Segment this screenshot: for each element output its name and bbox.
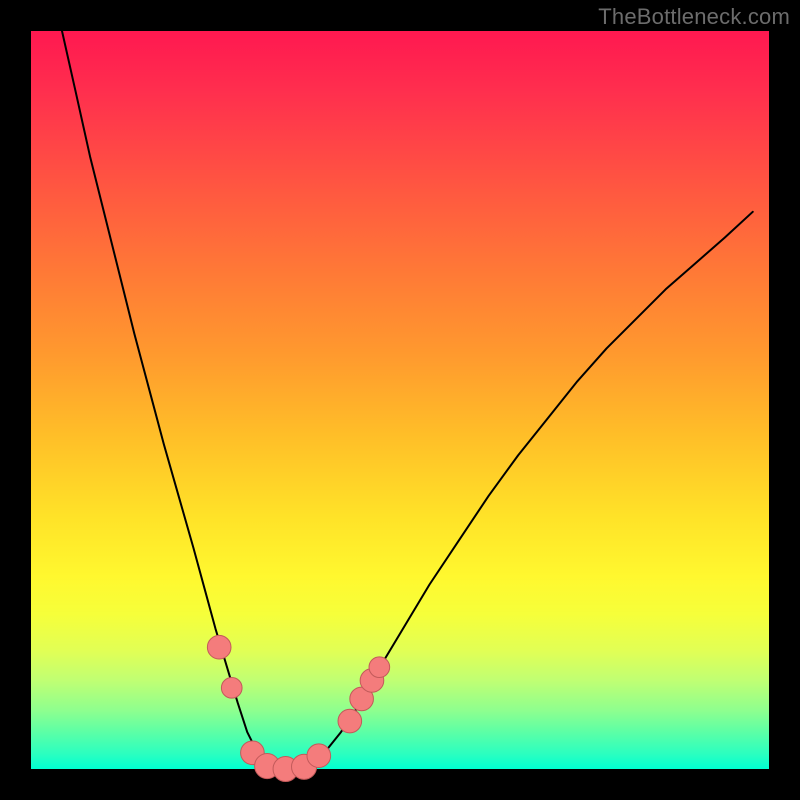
plot-gradient-area [31, 31, 769, 769]
chart-stage: TheBottleneck.com [0, 0, 800, 800]
watermark-text: TheBottleneck.com [598, 4, 790, 30]
